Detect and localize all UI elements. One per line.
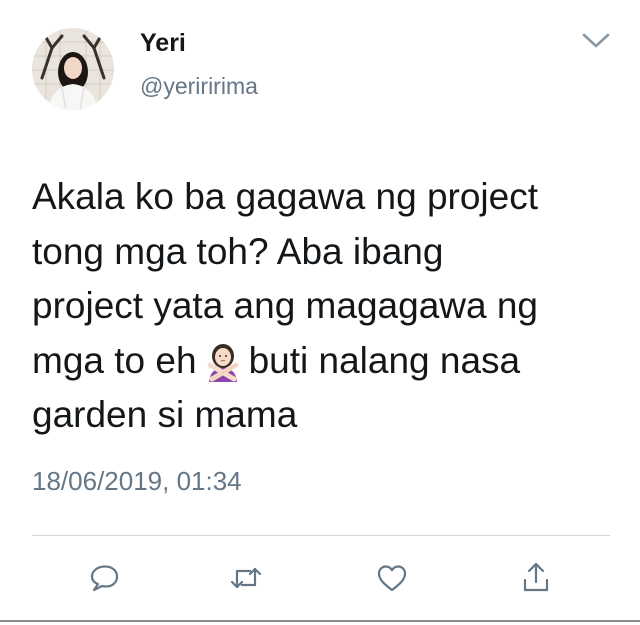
tweet-line: mga to eh buti nalang nasa	[32, 334, 622, 389]
tweet-timestamp[interactable]: 18/06/2019, 01:34	[32, 466, 242, 497]
share-icon[interactable]	[518, 560, 554, 596]
tweet-text-segment: mga to eh	[32, 339, 197, 381]
like-icon[interactable]	[374, 560, 410, 596]
bottom-border	[0, 620, 640, 622]
divider	[32, 535, 610, 536]
tweet-text: Akala ko ba gagawa ng project tong mga t…	[32, 170, 622, 443]
reply-icon[interactable]	[86, 560, 122, 596]
chevron-down-icon[interactable]	[578, 26, 614, 54]
tweet-line: garden si mama	[32, 394, 298, 435]
tweet-line: Akala ko ba gagawa ng project	[32, 176, 539, 217]
person-gesturing-no-emoji-icon	[203, 342, 243, 382]
tweet-text-segment: buti nalang nasa	[248, 339, 521, 381]
user-handle[interactable]: @yeriririma	[140, 73, 258, 100]
tweet-line: tong mga toh? Aba ibang	[32, 230, 444, 272]
display-name[interactable]: Yeri	[140, 29, 186, 58]
avatar[interactable]	[32, 28, 114, 110]
retweet-icon[interactable]	[228, 560, 264, 596]
tweet-line: project yata ang magagawa ng	[32, 285, 539, 326]
